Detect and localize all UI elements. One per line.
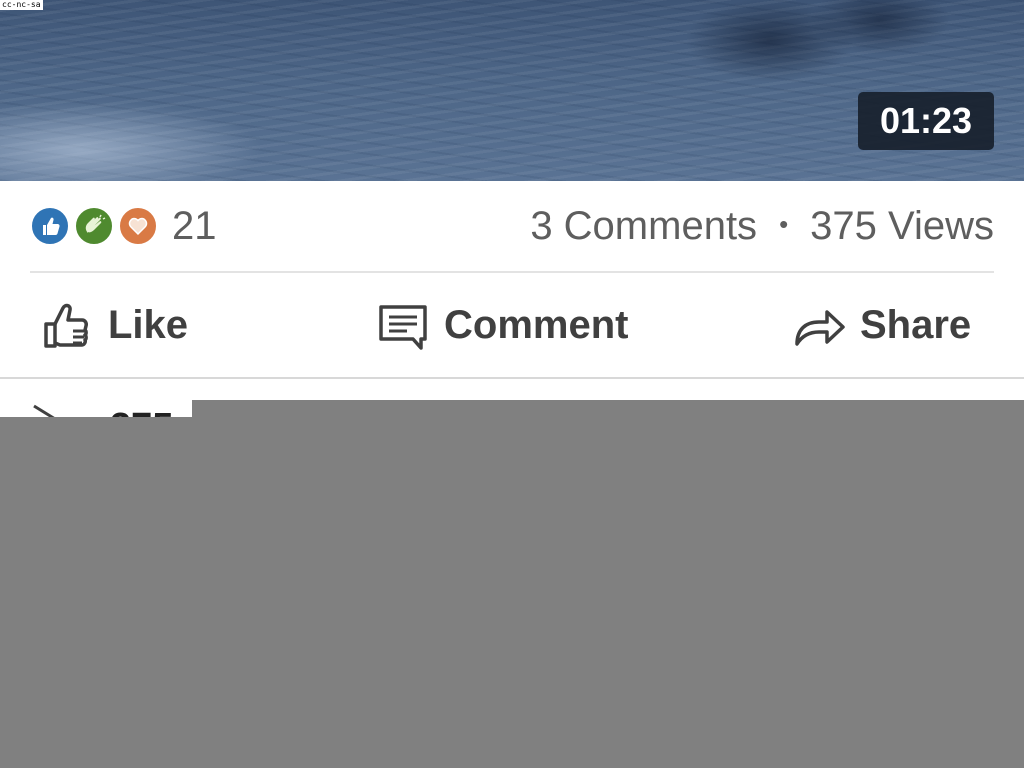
comment-button-label: Comment [444, 302, 629, 347]
gray-overlay-top [192, 400, 1024, 417]
license-label: cc-nc-sa [0, 0, 43, 10]
views-count: 375 Views [810, 203, 994, 248]
like-button-label: Like [108, 302, 189, 347]
comments-count-link[interactable]: 3 Comments [530, 204, 757, 249]
comment-bubble-icon [379, 305, 427, 350]
separator-dot: • [779, 208, 789, 239]
gray-overlay [0, 417, 1024, 768]
heart-icon [118, 206, 158, 246]
share-button-label: Share [860, 302, 972, 347]
thumbs-up-icon [30, 206, 70, 246]
like-button[interactable]: Like [40, 273, 188, 377]
comment-button[interactable]: Comment [376, 273, 628, 377]
clapping-hands-icon [74, 206, 114, 246]
video-thumbnail[interactable]: cc-nc-sa 01:23 [0, 0, 1024, 181]
share-arrow-icon [795, 310, 845, 346]
reaction-count: 21 [172, 203, 217, 248]
share-button[interactable]: Share [792, 273, 971, 377]
thumbs-up-outline-icon [44, 303, 88, 348]
reactions-summary[interactable]: 21 [30, 204, 217, 249]
video-duration-badge: 01:23 [858, 92, 994, 150]
engagement-stats: 3 Comments • 375 Views [530, 204, 994, 249]
post-action-bar: Like Comment Share [0, 273, 1024, 379]
social-counts-bar: 21 3 Comments • 375 Views [30, 181, 994, 273]
